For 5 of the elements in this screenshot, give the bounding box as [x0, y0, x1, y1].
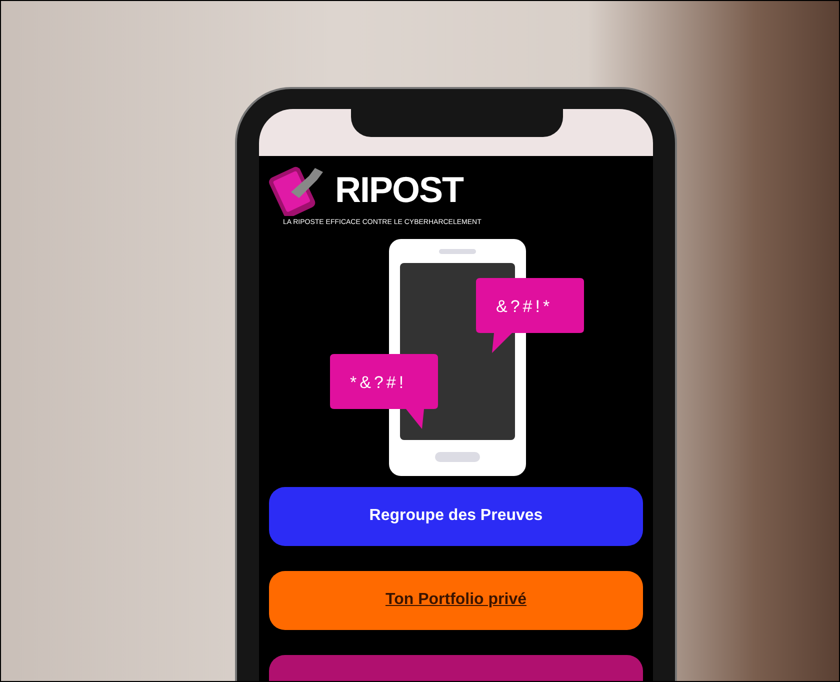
menu-button[interactable]: Ton Portfolio privé [269, 570, 643, 630]
menu-button[interactable]: Regroupe des Preuves [269, 486, 643, 546]
app-title: RIPOST [335, 172, 464, 208]
bubble-text: &?#!* [496, 296, 553, 318]
bubble-text: *&?#! [350, 372, 407, 394]
